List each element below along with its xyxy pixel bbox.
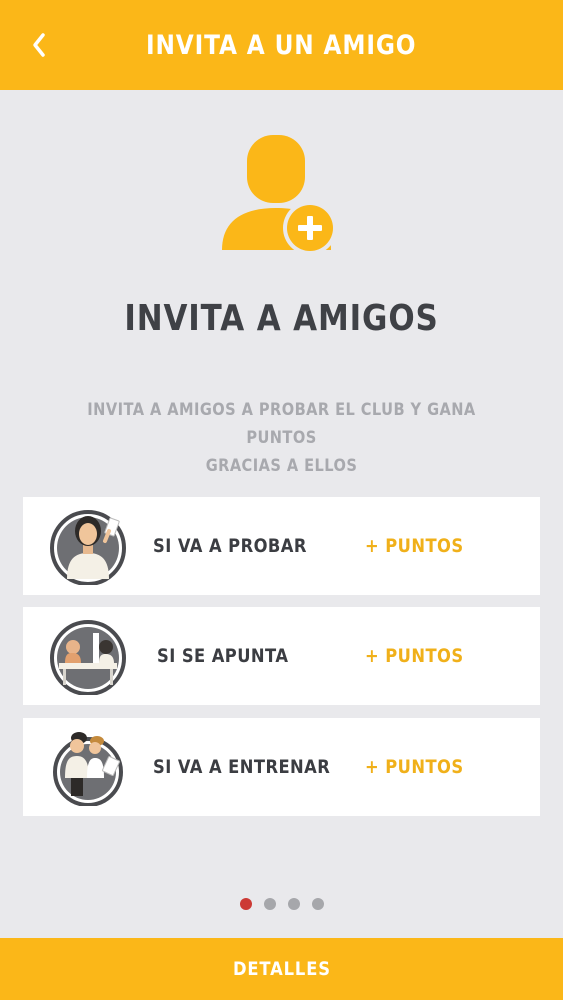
page-title: INVITA A UN AMIGO xyxy=(146,29,417,61)
reward-points: + PUNTOS xyxy=(365,756,464,778)
page-dot[interactable] xyxy=(239,898,252,910)
page-dot[interactable] xyxy=(263,898,276,910)
description-line-1: INVITA A AMIGOS A PROBAR EL CLUB Y GANA … xyxy=(87,400,476,448)
page-dot[interactable] xyxy=(287,898,300,910)
page-dot[interactable] xyxy=(311,898,324,910)
signing-up-at-desk-icon xyxy=(50,620,126,695)
friends-training-icon xyxy=(53,732,123,806)
reward-card-try[interactable]: SI VA A PROBAR + PUNTOS xyxy=(23,497,540,595)
reward-card-signup[interactable]: SI SE APUNTA + PUNTOS xyxy=(23,607,540,705)
page-indicator xyxy=(0,898,563,910)
reward-card-train[interactable]: SI VA A ENTRENAR + PUNTOS xyxy=(23,718,540,816)
details-label: DETALLES xyxy=(232,958,331,980)
reward-points: + PUNTOS xyxy=(365,645,464,667)
top-bar: INVITA A UN AMIGO xyxy=(0,0,563,90)
description-line-2: GRACIAS A ELLOS xyxy=(205,456,358,476)
reward-label: SI VA A PROBAR xyxy=(153,535,307,557)
reward-label: SI SE APUNTA xyxy=(157,645,289,667)
back-button[interactable] xyxy=(24,30,54,60)
reward-label: SI VA A ENTRENAR xyxy=(153,756,331,778)
details-button[interactable]: DETALLES xyxy=(0,938,563,1000)
section-description: INVITA A AMIGOS A PROBAR EL CLUB Y GANA … xyxy=(74,396,489,480)
section-heading: INVITA A AMIGOS xyxy=(124,298,439,339)
chevron-left-icon xyxy=(33,33,45,57)
add-user-icon xyxy=(222,135,337,254)
reward-points: + PUNTOS xyxy=(365,535,464,557)
woman-trying-club-icon xyxy=(50,510,126,585)
